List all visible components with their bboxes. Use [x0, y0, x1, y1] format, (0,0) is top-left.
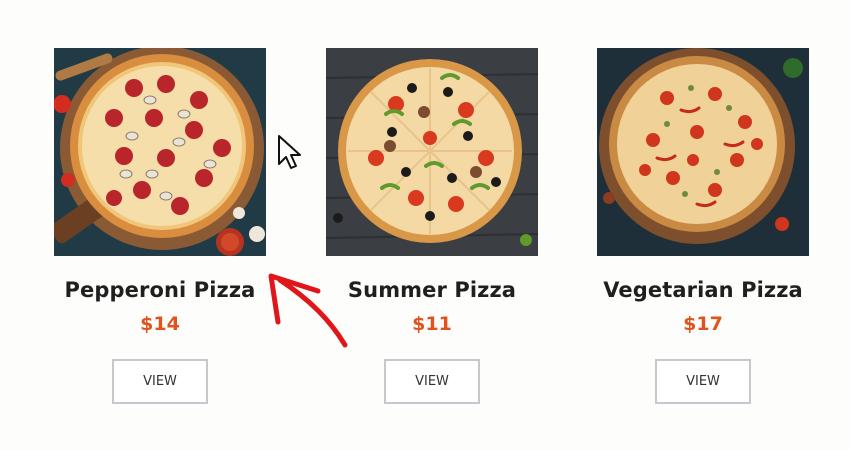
product-name: Pepperoni Pizza: [64, 278, 256, 302]
product-card-pepperoni: Pepperoni Pizza $14 VIEW: [54, 48, 266, 404]
product-name: Summer Pizza: [347, 278, 517, 302]
product-name: Vegetarian Pizza: [603, 278, 803, 302]
arrow-cursor-icon: [277, 134, 303, 176]
view-button-vegetarian[interactable]: VIEW: [655, 359, 751, 404]
product-card-summer: Summer Pizza $11 VIEW: [326, 48, 538, 404]
product-price: $17: [683, 313, 723, 335]
view-button-summer[interactable]: VIEW: [384, 359, 480, 404]
view-button-pepperoni[interactable]: VIEW: [112, 359, 208, 404]
pepperoni-pizza-photo[interactable]: [54, 48, 266, 256]
product-price: $14: [140, 313, 180, 335]
product-card-vegetarian: Vegetarian Pizza $17 VIEW: [597, 48, 809, 404]
product-grid: Pepperoni Pizza $14 VIEW Summer Pizza $1…: [0, 0, 850, 450]
product-price: $11: [412, 313, 452, 335]
summer-pizza-photo[interactable]: [326, 48, 538, 256]
vegetarian-pizza-photo[interactable]: [597, 48, 809, 256]
